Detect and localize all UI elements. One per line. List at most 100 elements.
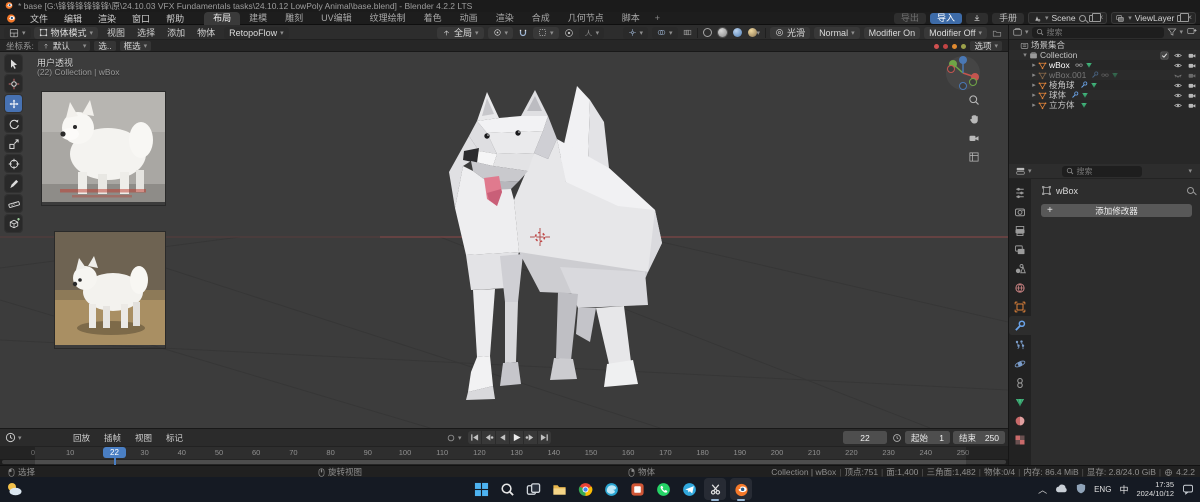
transform-orientation-dropdown[interactable]: 全局▾ [437,27,484,39]
properties-tab-object[interactable] [1009,297,1031,316]
camera-icon[interactable] [1187,101,1197,110]
eye-open-icon[interactable] [1173,61,1183,70]
current-frame-field[interactable]: 22 [843,431,887,444]
shading-rendered-icon[interactable]: ▾ [747,27,762,39]
whatsapp-taskbar-icon[interactable] [652,478,674,500]
outliner-row-场景集合[interactable]: 场景集合 [1009,40,1200,50]
snap-magnet-icon[interactable] [517,27,529,39]
expand-arrow-icon[interactable]: ▸ [1030,101,1038,109]
prev-keyframe-button[interactable] [482,431,495,444]
outliner-row-球体[interactable]: ▸球体 [1009,90,1200,100]
topbar-menu-编辑[interactable]: 编辑 [56,12,90,25]
rotate-tool-button[interactable] [5,115,22,132]
new-collection-icon[interactable] [1186,26,1197,39]
overlays-dropdown[interactable]: ▾ [652,27,678,39]
blender-taskbar-icon[interactable] [730,478,752,500]
viewport-menu-物体[interactable]: 物体 [191,26,221,39]
topbar-menu-帮助[interactable]: 帮助 [158,12,192,25]
workspace-tab-建模[interactable]: 建模 [240,12,276,25]
workspace-tab-着色[interactable]: 着色 [415,12,451,25]
snap-target-dropdown[interactable]: ▾ [533,27,559,39]
play-button[interactable] [510,431,523,444]
topbar-menu-文件[interactable]: 文件 [22,12,56,25]
properties-tab-physics[interactable] [1009,354,1031,373]
frame-start-field[interactable]: 起始1 [905,431,950,444]
timeline-editor-type-dropdown[interactable]: ▾ [5,432,22,443]
telegram-taskbar-icon[interactable] [678,478,700,500]
properties-editor-icon[interactable]: ▾ [1015,166,1032,176]
camera-icon[interactable] [1187,61,1197,70]
show-gizmo-dropdown[interactable]: ▾ [623,27,649,39]
filter-icon[interactable]: ▾ [1167,27,1183,37]
timeline-menu-标记[interactable]: 标记 [159,432,190,444]
properties-search-input[interactable]: 搜索 [1062,166,1142,177]
properties-tab-tool[interactable] [1009,183,1031,202]
truncated-setting-button[interactable]: 选.. [94,41,115,51]
download-icon[interactable] [966,13,988,24]
measure-tool-button[interactable] [5,195,22,212]
outliner-display-mode-dropdown[interactable]: ▾ [1012,27,1029,37]
outliner-row-立方体[interactable]: ▸立方体 [1009,100,1200,110]
camera-view-icon[interactable] [968,132,980,144]
duplicate-icon[interactable] [1089,15,1096,22]
cursor-tool-button[interactable] [5,75,22,92]
hidden-icons-caret[interactable]: ︿ [1038,483,1047,496]
properties-tab-texture[interactable] [1009,430,1031,449]
workspace-tab-动画[interactable]: 动画 [451,12,487,25]
modifier-on-button[interactable]: Modifier On [864,27,921,39]
add-modifier-button[interactable]: + 添加修改器 [1041,204,1192,217]
timeline-ruler[interactable]: 0102030405060708090100110120130140150160… [0,447,1008,459]
ortho-toggle-icon[interactable] [968,151,980,163]
tweak-select-tool-button[interactable] [5,55,22,72]
workspace-tab-脚本[interactable]: 脚本 [613,12,649,25]
camera-disabled-icon[interactable] [1187,71,1197,80]
viewlayer-selector[interactable]: ▾ ViewLayer × [1111,12,1196,24]
workspace-tab-UV编辑[interactable]: UV编辑 [312,12,361,25]
ime-mode-indicator[interactable]: 中 [1119,483,1128,496]
pivot-point-dropdown[interactable]: ▾ [488,27,514,39]
media-app-taskbar-icon[interactable] [626,478,648,500]
tray-cloud-icon[interactable] [1055,484,1068,496]
properties-tab-scene[interactable] [1009,259,1031,278]
notification-center-icon[interactable] [1182,483,1194,497]
properties-tab-object-data[interactable] [1009,392,1031,411]
topbar-menu-渲染[interactable]: 渲染 [90,12,124,25]
timeline-menu-视图[interactable]: 视图 [128,432,159,444]
checkbox-icon[interactable] [1160,51,1169,60]
jump-to-start-button[interactable] [468,431,481,444]
camera-icon[interactable] [1187,91,1197,100]
properties-collapse-icon[interactable]: ▾ [1188,167,1192,175]
orientation-value-dropdown[interactable]: 默认▾ [38,41,91,51]
properties-tab-particles[interactable] [1009,335,1031,354]
use-preview-range-icon[interactable] [892,433,902,445]
edge-taskbar-icon[interactable] [600,478,622,500]
task-view-taskbar-icon[interactable] [522,478,544,500]
viewport-menu-选择[interactable]: 选择 [131,26,161,39]
expand-arrow-icon[interactable]: ▾ [1021,51,1029,59]
widgets-weather-icon[interactable] [6,481,22,500]
reference-image-bottom[interactable] [55,232,165,348]
tray-shield-icon[interactable] [1076,483,1086,496]
import-button[interactable]: 导入 [930,13,962,24]
properties-tab-output[interactable] [1009,221,1031,240]
play-reverse-button[interactable] [496,431,509,444]
snipping-tool-taskbar-icon[interactable] [704,478,726,500]
new-workspace-button[interactable]: + [649,12,666,25]
properties-tab-render[interactable] [1009,202,1031,221]
properties-tab-material[interactable] [1009,411,1031,430]
manual-button[interactable]: 手册 [992,13,1024,24]
outliner-row-棱角球[interactable]: ▸棱角球 [1009,80,1200,90]
duplicate-icon[interactable] [1177,15,1184,22]
expand-arrow-icon[interactable]: ▸ [1030,81,1038,89]
timeline-scrollbar[interactable] [2,460,1006,464]
search-taskbar-icon[interactable] [496,478,518,500]
pin-icon[interactable] [1079,15,1086,22]
properties-tab-world[interactable] [1009,278,1031,297]
navigation-gizmo[interactable] [944,54,982,92]
topbar-menu-窗口[interactable]: 窗口 [124,12,158,25]
timeline-menu-回放[interactable]: 回放 [66,432,97,444]
auto-keying-dropdown[interactable]: ▾ [446,433,462,443]
shading-wireframe-icon[interactable] [702,27,713,39]
transform-tool-button[interactable] [5,155,22,172]
mode-dropdown[interactable]: 物体模式▾ [34,27,99,39]
